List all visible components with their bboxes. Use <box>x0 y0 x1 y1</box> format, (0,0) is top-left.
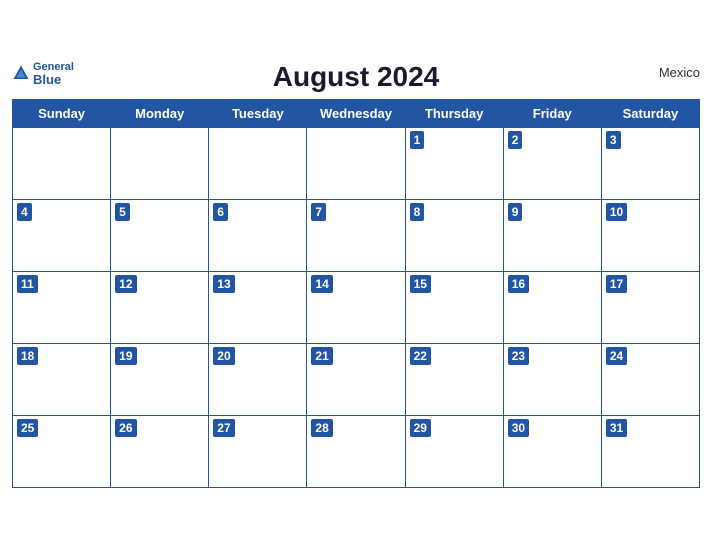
calendar-cell: 14 <box>307 271 405 343</box>
calendar-cell: 19 <box>111 343 209 415</box>
calendar-cell: 5 <box>111 199 209 271</box>
weekday-saturday: Saturday <box>601 99 699 127</box>
day-number: 28 <box>311 419 332 438</box>
day-number: 7 <box>311 203 326 222</box>
day-number: 4 <box>17 203 32 222</box>
day-number: 30 <box>508 419 529 438</box>
logo-text: General Blue <box>33 61 74 87</box>
day-number: 26 <box>115 419 136 438</box>
calendar-cell: 16 <box>503 271 601 343</box>
calendar-cell: 3 <box>601 127 699 199</box>
day-number: 25 <box>17 419 38 438</box>
weekday-header-row: SundayMondayTuesdayWednesdayThursdayFrid… <box>13 99 700 127</box>
day-number: 27 <box>213 419 234 438</box>
weekday-tuesday: Tuesday <box>209 99 307 127</box>
calendar-cell: 15 <box>405 271 503 343</box>
day-number: 21 <box>311 347 332 366</box>
day-number: 31 <box>606 419 627 438</box>
calendar-cell: 29 <box>405 415 503 487</box>
logo-area: General Blue <box>12 61 74 87</box>
day-number: 10 <box>606 203 627 222</box>
day-number: 12 <box>115 275 136 294</box>
calendar-cell <box>111 127 209 199</box>
day-number: 6 <box>213 203 228 222</box>
calendar-cell: 9 <box>503 199 601 271</box>
calendar-cell: 13 <box>209 271 307 343</box>
calendar-cell: 7 <box>307 199 405 271</box>
calendar-cell <box>307 127 405 199</box>
calendar-cell: 24 <box>601 343 699 415</box>
country-label: Mexico <box>659 65 700 80</box>
day-number: 3 <box>606 131 621 150</box>
day-number: 17 <box>606 275 627 294</box>
calendar-cell: 23 <box>503 343 601 415</box>
day-number: 23 <box>508 347 529 366</box>
calendar-cell <box>209 127 307 199</box>
day-number: 5 <box>115 203 130 222</box>
day-number: 29 <box>410 419 431 438</box>
calendar-cell: 6 <box>209 199 307 271</box>
calendar-cell: 17 <box>601 271 699 343</box>
calendar-cell: 27 <box>209 415 307 487</box>
day-number: 13 <box>213 275 234 294</box>
calendar-cell: 30 <box>503 415 601 487</box>
day-number: 1 <box>410 131 425 150</box>
calendar-week-3: 18 19 20 21 22 23 24 <box>13 343 700 415</box>
day-number: 24 <box>606 347 627 366</box>
logo-general-text: General <box>33 61 74 73</box>
day-number: 20 <box>213 347 234 366</box>
calendar-cell: 25 <box>13 415 111 487</box>
calendar-week-2: 11 12 13 14 15 16 17 <box>13 271 700 343</box>
day-number: 15 <box>410 275 431 294</box>
logo-icon <box>12 64 30 82</box>
calendar-title: August 2024 <box>273 61 440 93</box>
calendar-cell: 4 <box>13 199 111 271</box>
calendar-cell: 2 <box>503 127 601 199</box>
calendar-table: SundayMondayTuesdayWednesdayThursdayFrid… <box>12 99 700 488</box>
day-number: 22 <box>410 347 431 366</box>
calendar-cell: 31 <box>601 415 699 487</box>
calendar-cell: 8 <box>405 199 503 271</box>
day-number: 8 <box>410 203 425 222</box>
calendar-week-1: 4 5 6 7 8 9 10 <box>13 199 700 271</box>
calendar-cell: 12 <box>111 271 209 343</box>
day-number: 19 <box>115 347 136 366</box>
weekday-monday: Monday <box>111 99 209 127</box>
day-number: 9 <box>508 203 523 222</box>
day-number: 2 <box>508 131 523 150</box>
calendar-wrapper: General Blue August 2024 Mexico SundayMo… <box>0 51 712 500</box>
logo-blue-text: Blue <box>33 73 61 87</box>
day-number: 11 <box>17 275 38 294</box>
logo-row: General Blue <box>12 61 74 87</box>
calendar-cell: 1 <box>405 127 503 199</box>
calendar-week-0: 1 2 3 <box>13 127 700 199</box>
weekday-wednesday: Wednesday <box>307 99 405 127</box>
weekday-thursday: Thursday <box>405 99 503 127</box>
calendar-cell <box>13 127 111 199</box>
calendar-week-4: 25 26 27 28 29 30 31 <box>13 415 700 487</box>
calendar-cell: 20 <box>209 343 307 415</box>
calendar-cell: 22 <box>405 343 503 415</box>
calendar-header: General Blue August 2024 Mexico <box>12 61 700 93</box>
weekday-sunday: Sunday <box>13 99 111 127</box>
weekday-friday: Friday <box>503 99 601 127</box>
calendar-cell: 11 <box>13 271 111 343</box>
calendar-cell: 18 <box>13 343 111 415</box>
calendar-cell: 21 <box>307 343 405 415</box>
day-number: 16 <box>508 275 529 294</box>
calendar-cell: 10 <box>601 199 699 271</box>
day-number: 18 <box>17 347 38 366</box>
calendar-cell: 28 <box>307 415 405 487</box>
calendar-cell: 26 <box>111 415 209 487</box>
day-number: 14 <box>311 275 332 294</box>
